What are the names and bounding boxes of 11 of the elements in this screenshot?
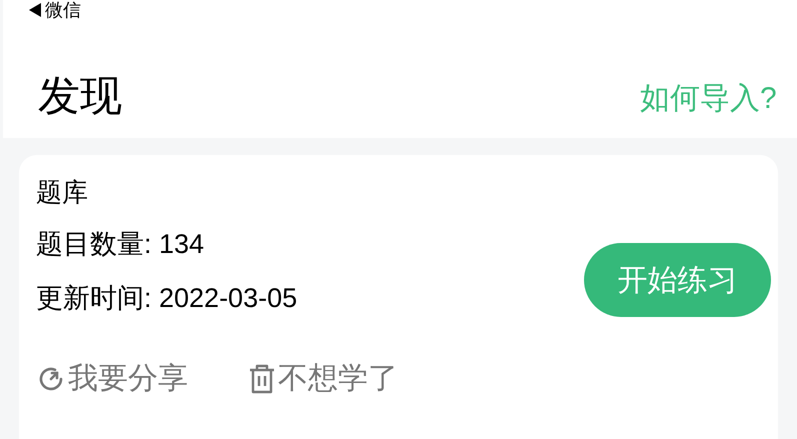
- detail-text: 更新时间: 2022-03-05: [36, 282, 298, 315]
- detail-text: 题目数量: 134: [36, 228, 206, 261]
- start-practice-button[interactable]: 开始练习: [584, 243, 771, 317]
- page-title: 发现: [38, 71, 122, 121]
- share-link[interactable]: 我要分享: [68, 360, 188, 398]
- help-link[interactable]: 如何导入?: [640, 80, 777, 118]
- card-title: 题库: [36, 176, 88, 209]
- back-link[interactable]: 微信: [45, 0, 81, 20]
- remove-link[interactable]: 不想学了: [278, 360, 398, 398]
- back-icon[interactable]: [29, 3, 41, 17]
- trash-icon: [248, 363, 276, 395]
